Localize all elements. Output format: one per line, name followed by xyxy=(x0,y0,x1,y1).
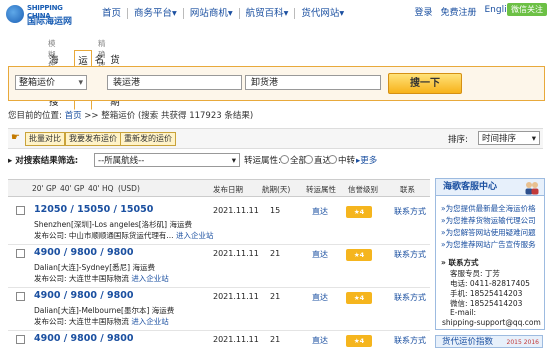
contact-link[interactable]: 联系方式 xyxy=(394,206,426,217)
route-select[interactable]: --所属航线-- xyxy=(94,153,240,168)
transfer-link[interactable]: 直达 xyxy=(312,335,328,346)
sort-label: 排序: xyxy=(448,135,468,145)
breadcrumb: 您目前的位置: 首页 >> 整箱运价 (搜索 共获得 117923 条结果) xyxy=(8,111,254,121)
credit-badge: ★4 xyxy=(346,249,372,261)
row-publisher: 发布公司: 中山市顺顺通国际货运代理有... 进入企业站 xyxy=(34,231,214,240)
service-link[interactable]: »为您解答网站使用疑难问题 xyxy=(441,227,536,238)
support-email[interactable]: shipping-support@qq.com xyxy=(442,318,541,327)
enter-site-link[interactable]: 进入企业站 xyxy=(131,274,169,283)
radio-transship[interactable]: 中转 xyxy=(328,154,355,166)
search-box: 整箱运价 装运港 卸货港 搜一下 xyxy=(8,66,545,101)
nav-forwarder-sites[interactable]: 货代网站▾ xyxy=(295,8,350,19)
contact-title: » 联系方式 xyxy=(441,258,479,267)
service-link[interactable]: »为您推荐货物运输代理公司 xyxy=(441,215,536,226)
credit-badge: ★4 xyxy=(346,335,372,347)
row-checkbox[interactable] xyxy=(16,335,25,344)
customer-service-panel: 海歌客服中心 »为您提供最新最全海运价格 »为您推荐货物运输代理公司 »为您解答… xyxy=(435,178,545,330)
row-price[interactable]: 4900 / 9800 / 9800 xyxy=(34,333,134,344)
publish-rate-button[interactable]: 我要发布运价 xyxy=(65,132,121,146)
radio-direct[interactable]: 直达 xyxy=(304,154,331,166)
table-row: 4900 / 9800 / 9800 Dalian[大连]-Melbourne[… xyxy=(8,288,430,331)
transfer-link[interactable]: 直达 xyxy=(312,249,328,260)
result-toolbar: ☛ 批量对比 我要发布运价 重新发的运价 排序: 时间排序 xyxy=(8,128,543,149)
freight-type-select[interactable]: 整箱运价 xyxy=(15,75,87,91)
service-link[interactable]: »为您推荐网站广告宣传服务 xyxy=(441,239,536,250)
main-nav: 首页 商务平台▾ 网站商机▾ 航贸百科▾ 货代网站▾ xyxy=(96,8,350,19)
freight-index-panel[interactable]: 货代运价指数 2015 2016 xyxy=(435,335,543,348)
login-link[interactable]: 登录 xyxy=(414,5,432,18)
transfer-link[interactable]: 直达 xyxy=(312,292,328,303)
row-publisher: 发布公司: 大连世丰国际物流 进入企业站 xyxy=(34,317,169,326)
row-checkbox[interactable] xyxy=(16,206,25,215)
row-checkbox[interactable] xyxy=(16,249,25,258)
register-link[interactable]: 免费注册 xyxy=(440,5,476,18)
breadcrumb-home[interactable]: 首页 xyxy=(65,111,82,121)
agents-icon xyxy=(525,182,539,195)
globe-icon xyxy=(6,5,24,23)
transfer-link[interactable]: 直达 xyxy=(312,206,328,217)
sort-select[interactable]: 时间排序 xyxy=(478,131,540,146)
contact-link[interactable]: 联系方式 xyxy=(394,292,426,303)
result-filter: ▸ 对搜索结果筛选: --所属航线-- 转运属性: 全部 直达 中转 ▸更多 xyxy=(8,152,448,169)
row-price[interactable]: 12050 / 15050 / 15050 xyxy=(34,204,153,215)
table-row: 4900 / 9800 / 9800 2021.11.11 21 直达 ★4 联… xyxy=(8,331,430,348)
row-price[interactable]: 4900 / 9800 / 9800 xyxy=(34,247,134,258)
search-button[interactable]: 搜一下 xyxy=(388,73,462,94)
service-link[interactable]: »为您提供最新最全海运价格 xyxy=(441,203,536,214)
row-checkbox[interactable] xyxy=(16,292,25,301)
repost-rate-button[interactable]: 重新发的运价 xyxy=(120,132,176,146)
more-filter-link[interactable]: ▸更多 xyxy=(356,154,377,166)
filter-label: ▸ 对搜索结果筛选: xyxy=(8,156,79,166)
contact-link[interactable]: 联系方式 xyxy=(394,335,426,346)
nav-encyclopedia[interactable]: 航贸百科▾ xyxy=(240,8,296,19)
radio-all[interactable]: 全部 xyxy=(280,154,307,166)
row-price[interactable]: 4900 / 9800 / 9800 xyxy=(34,290,134,301)
credit-badge: ★4 xyxy=(346,292,372,304)
hand-icon: ☛ xyxy=(11,132,20,143)
row-route: Dalian[大连]-Melbourne[墨尔本] 海运费 xyxy=(34,306,175,315)
wechat-follow-button[interactable]: 微信关注 xyxy=(507,3,547,16)
origin-port-input[interactable]: 装运港 xyxy=(107,75,242,90)
destination-port-input[interactable]: 卸货港 xyxy=(245,75,381,90)
batch-compare-button[interactable]: 批量对比 xyxy=(25,132,65,146)
top-links: 登录 免费注册 English xyxy=(414,5,517,18)
table-row: 4900 / 9800 / 9800 Dalian[大连]-Sydney[悉尼]… xyxy=(8,245,430,288)
nav-home[interactable]: 首页 xyxy=(96,8,129,19)
site-logo[interactable]: SHIPPING CHINA 国际海运网 xyxy=(6,3,84,27)
table-header: 20' GP 40' GP 40' HQ (USD) 发布日期 航期(天) 转运… xyxy=(8,179,430,197)
row-route: Dalian[大连]-Sydney[悉尼] 海运费 xyxy=(34,263,155,272)
enter-site-link[interactable]: 进入企业站 xyxy=(176,231,214,240)
credit-badge: ★4 xyxy=(346,206,372,218)
nav-business-platform[interactable]: 商务平台▾ xyxy=(128,8,184,19)
row-publisher: 发布公司: 大连世丰国际物流 进入企业站 xyxy=(34,274,169,283)
row-route: Shenzhen[深圳]-Los angeles[洛杉矶] 海运费 xyxy=(34,220,192,229)
enter-site-link[interactable]: 进入企业站 xyxy=(131,317,169,326)
table-row: 12050 / 15050 / 15050 Shenzhen[深圳]-Los a… xyxy=(8,202,430,245)
nav-opportunities[interactable]: 网站商机▾ xyxy=(184,8,240,19)
contact-link[interactable]: 联系方式 xyxy=(394,249,426,260)
